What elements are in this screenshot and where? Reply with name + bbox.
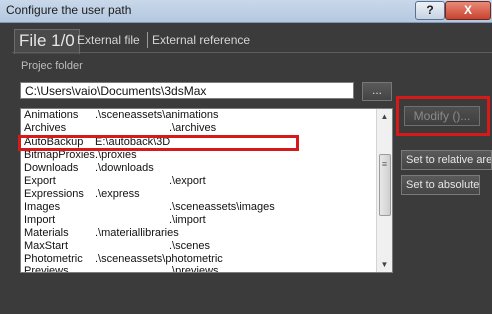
- project-folder-label: Projec folder: [21, 60, 83, 72]
- list-item[interactable]: Materials .\materiallibraries: [21, 227, 377, 240]
- list-item[interactable]: Images .\sceneassets\images: [21, 201, 377, 214]
- scroll-down-icon[interactable]: ▼: [377, 257, 392, 272]
- list-item[interactable]: Export .\export: [21, 175, 377, 188]
- path-name: Downloads: [24, 162, 79, 174]
- path-name: Archives: [24, 122, 67, 134]
- list-item[interactable]: Animations .\sceneassets\animations: [21, 109, 377, 122]
- tab-divider: [147, 32, 148, 48]
- help-button[interactable]: ?: [415, 1, 445, 20]
- path-name: Import: [24, 214, 56, 226]
- path-value: .\sceneassets\images: [169, 201, 275, 213]
- title-bar: Configure the user path ? X: [0, 0, 492, 23]
- path-value: .\export: [169, 175, 206, 187]
- tab-external-reference[interactable]: External reference: [152, 29, 250, 53]
- project-path-field[interactable]: C:\Users\vaio\Documents\3dsMax: [20, 82, 354, 99]
- path-value: .\import: [169, 214, 206, 226]
- path-value: .\archives: [169, 122, 217, 134]
- browse-button[interactable]: ...: [362, 82, 392, 101]
- list-item[interactable]: Expressions .\express: [21, 188, 377, 201]
- window-title: Configure the user path: [6, 3, 132, 17]
- path-name: Export: [24, 175, 56, 187]
- list-item[interactable]: Archives .\archives: [21, 122, 377, 135]
- set-absolute-button[interactable]: Set to absolute: [401, 175, 480, 195]
- tab-file-io[interactable]: File 1/0: [14, 29, 80, 54]
- path-name: Images: [24, 201, 61, 213]
- path-value: .\scenes: [169, 240, 210, 252]
- path-value: .\previews: [169, 265, 219, 273]
- path-name: Expressions: [24, 188, 84, 200]
- path-value: .\downloads: [95, 162, 154, 174]
- path-name: Previews: [24, 265, 69, 273]
- list-scrollbar[interactable]: ▲ ≡ ▼: [376, 109, 392, 272]
- tab-external-file[interactable]: External file: [77, 29, 140, 53]
- autobackup-highlight-box: [18, 135, 299, 151]
- set-relative-button[interactable]: Set to relative area: [401, 150, 492, 170]
- tab-underline: [12, 52, 492, 53]
- scroll-grip-icon: ≡: [381, 159, 388, 169]
- path-value: .\express: [95, 188, 140, 200]
- list-item[interactable]: Downloads .\downloads: [21, 162, 377, 175]
- path-value: .\sceneassets\animations: [95, 109, 219, 121]
- scroll-up-icon[interactable]: ▲: [377, 109, 392, 124]
- path-value: .\materiallibraries: [95, 227, 179, 239]
- close-button[interactable]: X: [445, 1, 491, 20]
- path-name: Animations: [24, 109, 79, 121]
- list-item[interactable]: Previews .\previews: [21, 265, 377, 273]
- modify-button[interactable]: Modify ()...: [404, 106, 480, 126]
- path-name: Materials: [24, 227, 69, 239]
- list-item[interactable]: Import .\import: [21, 214, 377, 227]
- list-item[interactable]: MaxStart .\scenes: [21, 240, 377, 253]
- paths-list[interactable]: Animations .\sceneassets\animations Arch…: [20, 108, 393, 273]
- path-name: MaxStart: [24, 240, 69, 252]
